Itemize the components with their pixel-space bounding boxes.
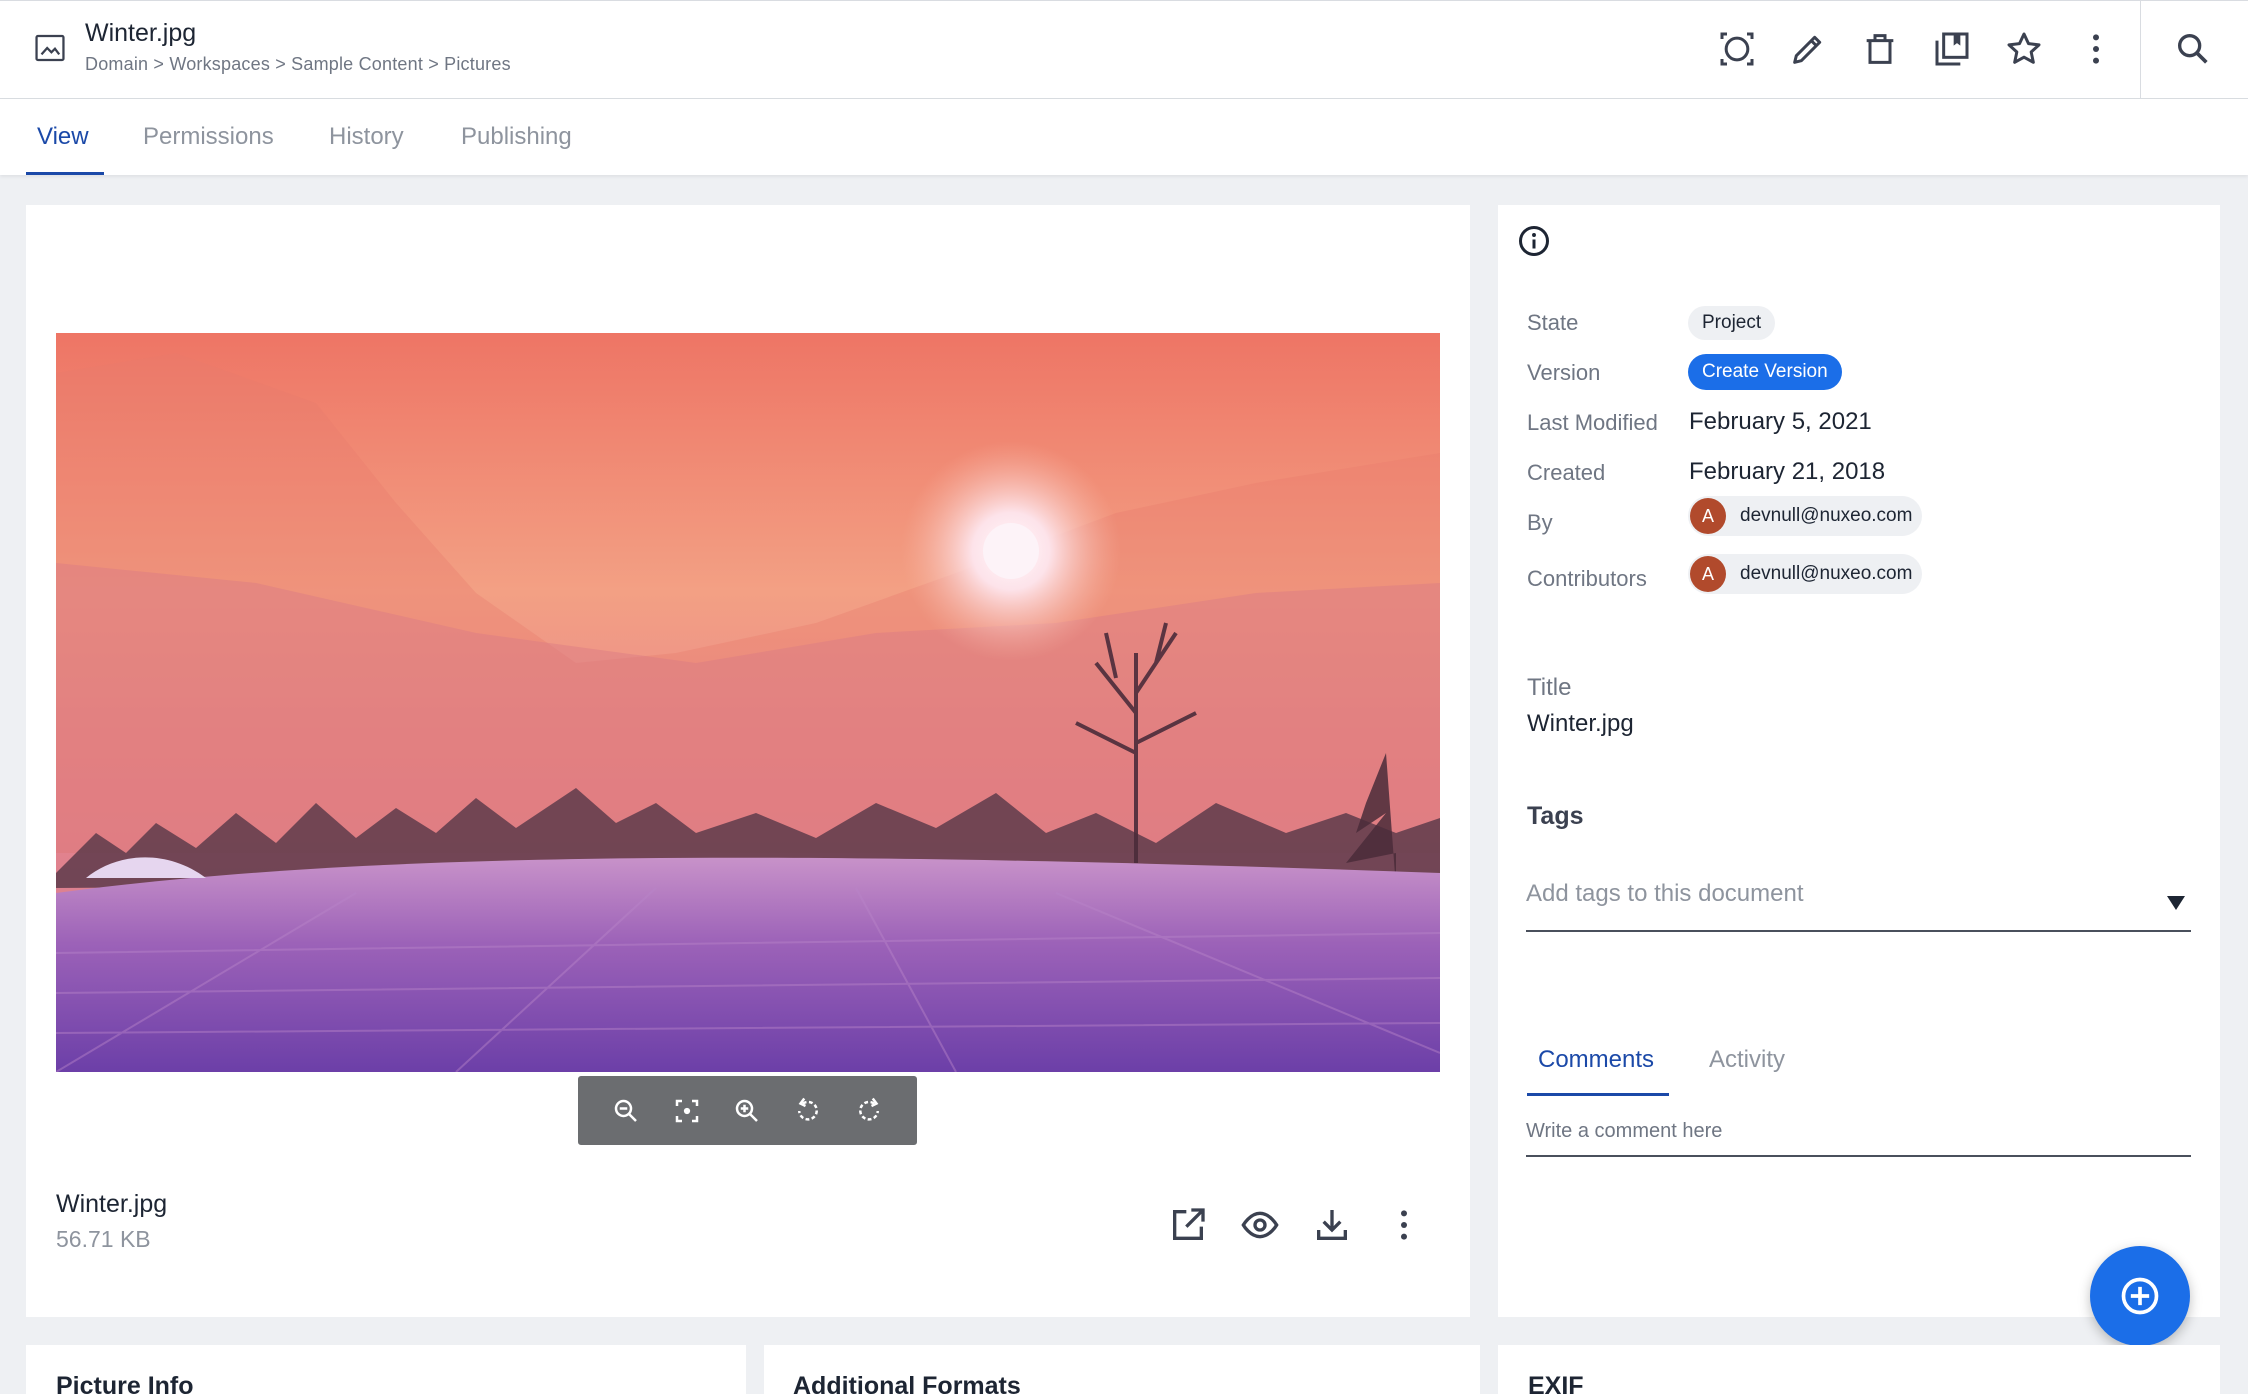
compare-icon bbox=[1720, 32, 1754, 66]
contributor-email: devnull@nuxeo.com bbox=[1740, 563, 1913, 584]
image-document-icon bbox=[35, 34, 65, 62]
image-preview[interactable] bbox=[56, 333, 1440, 1072]
image-viewer-toolbar bbox=[578, 1076, 917, 1145]
create-document-button[interactable] bbox=[2090, 1246, 2190, 1346]
active-side-tab-indicator bbox=[1527, 1093, 1669, 1096]
zoom-out-icon bbox=[615, 1099, 638, 1122]
delete-button[interactable] bbox=[1857, 26, 1903, 72]
zoom-out-button[interactable] bbox=[605, 1090, 647, 1132]
tab-permissions[interactable]: Permissions bbox=[143, 123, 274, 151]
last-modified-label: Last Modified bbox=[1527, 410, 1658, 435]
rotate-right-button[interactable] bbox=[848, 1090, 890, 1132]
tab-view[interactable]: View bbox=[37, 123, 89, 151]
rotate-right-icon bbox=[858, 1097, 879, 1121]
title-value: Winter.jpg bbox=[1527, 710, 1634, 737]
search-button[interactable] bbox=[2170, 26, 2216, 72]
file-name: Winter.jpg bbox=[56, 1190, 168, 1218]
active-tab-indicator bbox=[26, 172, 104, 175]
favorite-button[interactable] bbox=[2001, 26, 2047, 72]
avatar: A bbox=[1690, 498, 1726, 534]
contributor-chip[interactable]: A devnull@nuxeo.com bbox=[1688, 554, 1923, 594]
state-badge: Project bbox=[1688, 306, 1776, 340]
search-icon bbox=[2178, 34, 2208, 64]
edit-icon bbox=[1793, 35, 1822, 64]
last-modified-value: February 5, 2021 bbox=[1689, 408, 1872, 435]
preview-icon bbox=[1241, 1211, 1279, 1239]
title-label: Title bbox=[1527, 674, 1572, 701]
tab-history[interactable]: History bbox=[329, 123, 404, 151]
rotate-left-button[interactable] bbox=[787, 1090, 829, 1132]
create-version-button[interactable]: Create Version bbox=[1688, 354, 1842, 390]
header-divider bbox=[2140, 1, 2141, 99]
fit-button[interactable] bbox=[666, 1090, 708, 1132]
add-to-collection-button[interactable] bbox=[1929, 26, 1975, 72]
picture-info-title: Picture Info bbox=[56, 1372, 194, 1394]
version-label: Version bbox=[1527, 360, 1601, 385]
by-label: By bbox=[1527, 510, 1553, 535]
zoom-in-icon bbox=[736, 1099, 759, 1122]
state-label: State bbox=[1527, 310, 1579, 335]
info-icon[interactable] bbox=[1516, 223, 1552, 259]
add-to-collection-icon bbox=[1935, 32, 1969, 66]
author-chip[interactable]: A devnull@nuxeo.com bbox=[1688, 496, 1923, 536]
compare-button[interactable] bbox=[1714, 26, 1760, 72]
additional-formats-title: Additional Formats bbox=[793, 1372, 1021, 1394]
file-more-button[interactable] bbox=[1379, 1200, 1429, 1250]
tags-input[interactable]: Add tags to this document bbox=[1526, 880, 2191, 932]
exif-title: EXIF bbox=[1528, 1372, 1584, 1394]
preview-button[interactable] bbox=[1235, 1200, 1285, 1250]
tab-comments[interactable]: Comments bbox=[1538, 1046, 1654, 1074]
author-email: devnull@nuxeo.com bbox=[1740, 505, 1913, 526]
created-value: February 21, 2018 bbox=[1689, 458, 1886, 485]
delete-icon bbox=[1866, 34, 1894, 64]
breadcrumb[interactable]: Domain > Workspaces > Sample Content > P… bbox=[85, 54, 511, 75]
tags-heading: Tags bbox=[1527, 802, 1584, 830]
contributors-label: Contributors bbox=[1527, 566, 1647, 591]
edit-button[interactable] bbox=[1785, 26, 1831, 72]
document-title: Winter.jpg bbox=[85, 19, 197, 47]
tab-activity[interactable]: Activity bbox=[1709, 1046, 1785, 1074]
more-vert-icon bbox=[1401, 1210, 1407, 1240]
tags-dropdown-icon[interactable] bbox=[2167, 896, 2185, 910]
document-tabs: View Permissions History Publishing bbox=[0, 99, 2248, 175]
document-header: Winter.jpg Domain > Workspaces > Sample … bbox=[0, 0, 2248, 99]
open-external-button[interactable] bbox=[1163, 1200, 1213, 1250]
winter-sunset-image bbox=[56, 333, 1440, 1072]
rotate-left-icon bbox=[798, 1097, 819, 1121]
created-label: Created bbox=[1527, 460, 1606, 485]
fit-icon bbox=[675, 1099, 699, 1122]
more-vert-icon bbox=[2093, 34, 2099, 64]
more-actions-button[interactable] bbox=[2073, 26, 2119, 72]
open-external-icon bbox=[1173, 1208, 1205, 1240]
avatar: A bbox=[1690, 556, 1726, 592]
file-size: 56.71 KB bbox=[56, 1226, 151, 1252]
download-button[interactable] bbox=[1307, 1200, 1357, 1250]
download-icon bbox=[1317, 1210, 1347, 1240]
favorite-icon bbox=[2007, 32, 2041, 64]
add-circle-icon bbox=[2121, 1277, 2159, 1315]
exif-card bbox=[1498, 1345, 2220, 1394]
tab-publishing[interactable]: Publishing bbox=[461, 123, 572, 151]
zoom-in-button[interactable] bbox=[726, 1090, 768, 1132]
comment-input[interactable]: Write a comment here bbox=[1526, 1120, 2191, 1157]
